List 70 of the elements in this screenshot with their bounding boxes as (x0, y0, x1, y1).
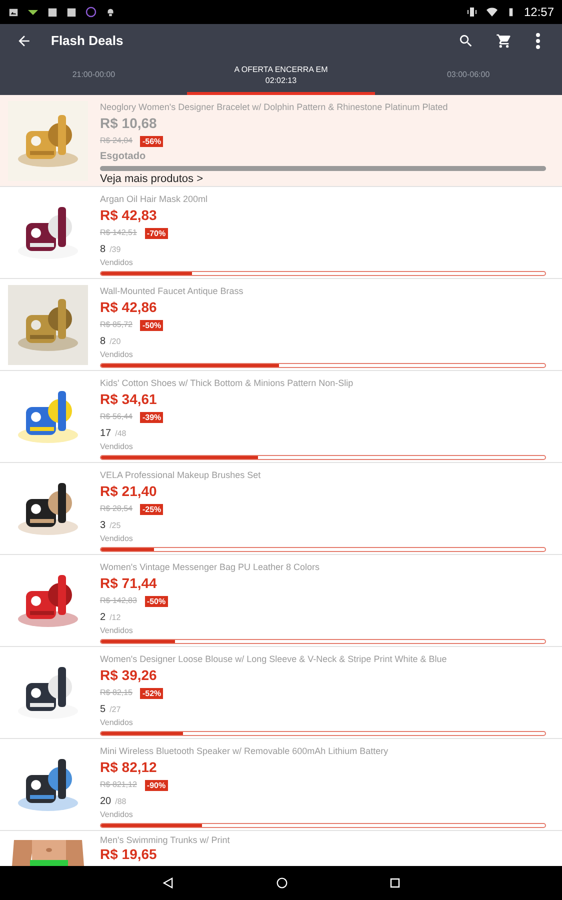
sold-count: 8 (100, 335, 106, 349)
clock-time: 12:57 (524, 4, 554, 21)
stock-total: /48 (115, 428, 126, 440)
search-icon (458, 32, 474, 48)
stock-total: /25 (110, 520, 121, 532)
original-price: R$ 56,44 (100, 411, 132, 423)
sold-label: Vendidos (100, 717, 134, 729)
product-price: R$ 34,61 (100, 390, 158, 409)
original-price: R$ 82,15 (100, 687, 132, 699)
time-tab[interactable]: 21:00-00:00 (0, 57, 188, 95)
wifi-icon (486, 6, 498, 18)
original-price: R$ 85,72 (100, 319, 132, 331)
sold-out-label: Esgotado (100, 150, 147, 164)
product-name: Men's Swimming Trunks w/ Print (100, 834, 231, 846)
product-price: R$ 42,83 (100, 206, 158, 225)
sold-count: 2 (100, 611, 106, 625)
product-price: R$ 21,40 (100, 482, 158, 501)
home-icon[interactable] (275, 876, 289, 890)
discount-tag: -70% (144, 228, 168, 238)
sold-label: Vendidos (100, 441, 134, 453)
original-price: R$ 142,83 (100, 595, 137, 607)
sold-count: 17 (100, 427, 112, 441)
discount-tag: -25% (140, 504, 164, 514)
product-name: Mini Wireless Bluetooth Speaker w/ Removable 600mAh Lithium Battery (100, 745, 390, 757)
sold-label: Vendidos (100, 625, 134, 637)
stock-total: /27 (110, 704, 121, 716)
product-price: R$ 19,65 (100, 846, 158, 863)
original-price: R$ 24,04 (100, 135, 132, 147)
sold-count: 5 (100, 703, 106, 717)
stock-total: /39 (110, 244, 121, 256)
stock-total: /88 (115, 796, 126, 808)
sold-count: 20 (100, 795, 112, 809)
sold-count: 8 (100, 243, 106, 257)
product-price: R$ 82,12 (100, 758, 158, 777)
product-name: Argan Oil Hair Mask 200ml (100, 193, 209, 205)
sold-count: 3 (100, 519, 106, 533)
sold-label: Vendidos (100, 349, 134, 361)
product-name: Kids' Cotton Shoes w/ Thick Bottom & Minions Pattern Non-Slip (100, 377, 354, 389)
product-name: Wall-Mounted Faucet Antique Brass (100, 285, 244, 297)
vibrate-icon (466, 6, 478, 18)
more-icon (536, 32, 540, 48)
discount-tag: -50% (140, 320, 164, 330)
product-price: R$ 39,26 (100, 666, 158, 685)
product-name: Women's Vintage Messenger Bag PU Leather 8 Colors (100, 561, 321, 573)
cart-icon (496, 32, 512, 48)
discount-tag: -56% (140, 136, 164, 146)
sold-label: Vendidos (100, 257, 134, 269)
product-price: R$ 42,86 (100, 298, 158, 317)
discount-tag: -39% (140, 412, 164, 422)
back-icon[interactable] (161, 876, 175, 890)
product-price: R$ 10,68 (100, 114, 158, 133)
product-name: Women's Designer Loose Blouse w/ Long Sleeve & V-Neck & Stripe Print White & Blue (100, 653, 448, 665)
original-price: R$ 142,51 (100, 227, 137, 239)
original-price: R$ 28,54 (100, 503, 132, 515)
sold-label: Vendidos (100, 533, 134, 545)
discount-tag: -52% (140, 688, 164, 698)
stock-total: /12 (110, 612, 121, 624)
see-more-link[interactable]: Veja mais produtos > (100, 172, 546, 186)
sold-label: Vendidos (100, 809, 134, 821)
product-name: Neoglory Women's Designer Bracelet w/ Dolphin Pattern & Rhinestone Platinum Plated (100, 101, 449, 113)
discount-tag: -50% (144, 596, 168, 606)
screen-title: Flash Deals (51, 32, 124, 50)
recents-icon[interactable] (389, 877, 401, 889)
product-name: VELA Professional Makeup Brushes Set (100, 469, 262, 481)
discount-tag: -90% (144, 780, 168, 790)
circle-icon (85, 6, 97, 18)
stock-total: /20 (110, 336, 121, 348)
original-price: R$ 821,12 (100, 779, 137, 791)
time-tab[interactable]: 03:00-06:00 (374, 57, 562, 95)
product-price: R$ 71,44 (100, 574, 158, 593)
